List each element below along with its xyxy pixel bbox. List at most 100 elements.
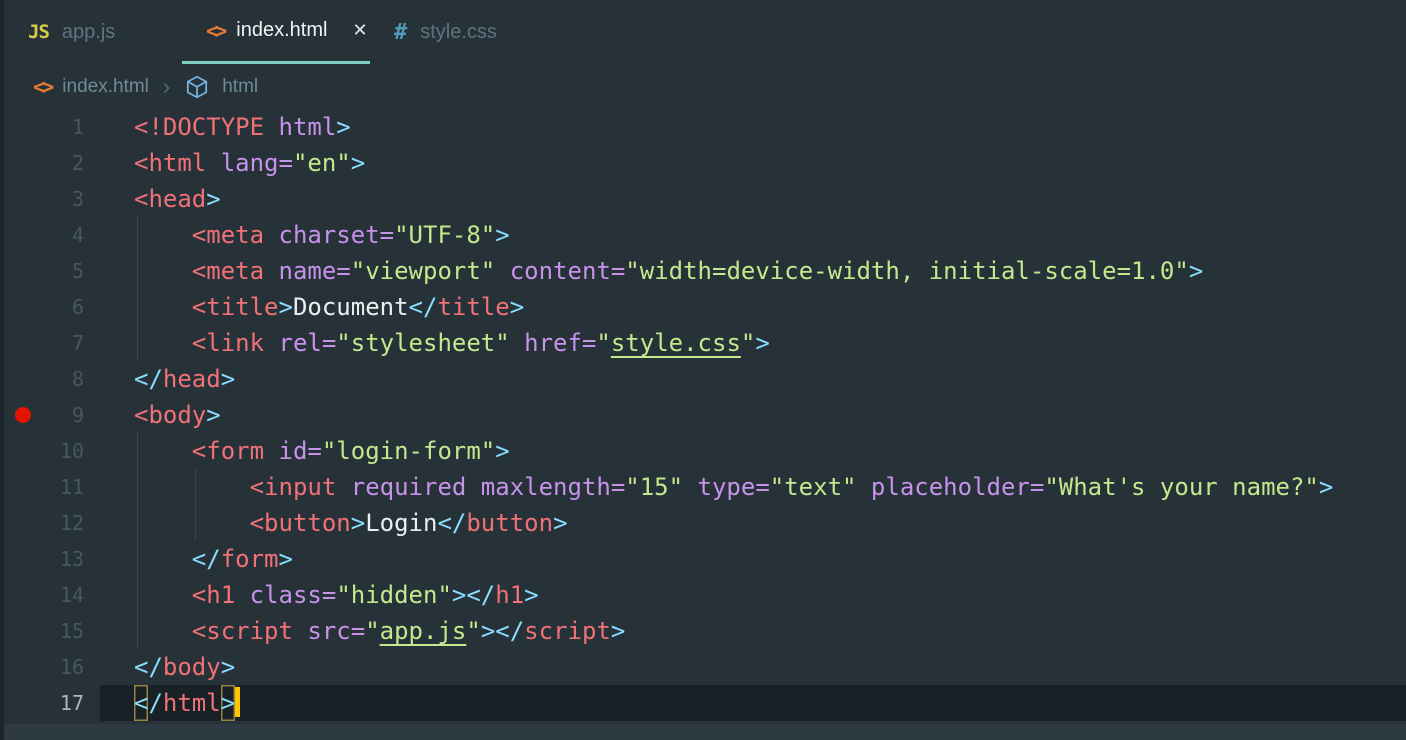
- code-line[interactable]: 14 <h1 class="hidden"></h1>: [0, 577, 1406, 613]
- code-token: <head: [134, 185, 207, 213]
- code-token: placeholder=: [856, 473, 1045, 501]
- code-token: >: [553, 509, 568, 537]
- indent-guide: [137, 325, 138, 361]
- gutter[interactable]: 6: [0, 289, 100, 325]
- line-number[interactable]: 3: [0, 181, 100, 217]
- breadcrumb-file[interactable]: index.html: [62, 76, 149, 98]
- line-number[interactable]: 7: [0, 325, 100, 361]
- gutter[interactable]: 10: [0, 433, 100, 469]
- line-number[interactable]: 15: [0, 613, 100, 649]
- tab-style-css[interactable]: # style.css: [370, 0, 548, 64]
- code-token: html: [162, 689, 221, 717]
- line-number[interactable]: 4: [0, 217, 100, 253]
- code-token: title: [437, 293, 510, 321]
- line-number[interactable]: 16: [0, 649, 100, 685]
- code-editor[interactable]: 1 <!DOCTYPE html> 2 <html lang="en"> 3 <head>…: [0, 109, 1406, 721]
- code-line[interactable]: 13 </form>: [0, 541, 1406, 577]
- line-number[interactable]: 14: [0, 577, 100, 613]
- code-line[interactable]: 17 </html>: [0, 685, 1406, 721]
- code-token: "login-form": [321, 437, 496, 465]
- gutter[interactable]: 3: [0, 181, 100, 217]
- line-number[interactable]: 13: [0, 541, 100, 577]
- tab-label: style.css: [420, 20, 497, 43]
- gutter[interactable]: 14: [0, 577, 100, 613]
- line-number[interactable]: 10: [0, 433, 100, 469]
- tab-app-js[interactable]: JS app.js: [4, 0, 182, 64]
- gutter[interactable]: 12: [0, 505, 100, 541]
- gutter[interactable]: 7: [0, 325, 100, 361]
- gutter[interactable]: 9: [0, 397, 100, 433]
- gutter[interactable]: 5: [0, 253, 100, 289]
- close-icon[interactable]: ✕: [352, 20, 367, 41]
- code-token: >: [220, 653, 236, 681]
- code-line[interactable]: 16 </body>: [0, 649, 1406, 685]
- code-content: <form id="login-form">: [100, 433, 1406, 469]
- code-line[interactable]: 3 <head>: [0, 181, 1406, 217]
- code-token: </: [408, 293, 438, 321]
- indent-guide: [137, 505, 138, 541]
- code-token: "text": [769, 473, 857, 501]
- gutter[interactable]: 8: [0, 361, 100, 397]
- code-line[interactable]: 5 <meta name="viewport" content="width=d…: [0, 253, 1406, 289]
- code-content: <meta name="viewport" content="width=dev…: [100, 253, 1406, 289]
- breadcrumb-symbol[interactable]: html: [222, 76, 258, 98]
- gutter[interactable]: 13: [0, 541, 100, 577]
- indent-guide: [137, 469, 138, 505]
- code-token: >: [336, 113, 351, 141]
- code-content: <body>: [100, 397, 1406, 433]
- line-number[interactable]: 12: [0, 505, 100, 541]
- code-token: ": [466, 617, 481, 645]
- code-token: style.css: [610, 329, 741, 357]
- gutter[interactable]: 16: [0, 649, 100, 685]
- line-number[interactable]: 17: [0, 685, 100, 721]
- breakpoint-dot[interactable]: [15, 407, 31, 423]
- code-token: >: [350, 509, 366, 537]
- code-token: rel=: [264, 329, 337, 357]
- cursor-caret: [235, 687, 241, 717]
- gutter[interactable]: 15: [0, 613, 100, 649]
- line-number[interactable]: 8: [0, 361, 100, 397]
- code-line[interactable]: 10 <form id="login-form">: [0, 433, 1406, 469]
- line-number[interactable]: 1: [0, 109, 100, 145]
- indent-guide: [137, 433, 138, 469]
- code-token: html: [264, 113, 337, 141]
- code-token: </: [437, 509, 467, 537]
- code-content: <h1 class="hidden"></h1>: [100, 577, 1406, 613]
- code-token: required maxlength=: [336, 473, 626, 501]
- code-line[interactable]: 1 <!DOCTYPE html>: [0, 109, 1406, 145]
- code-token: ": [740, 329, 756, 357]
- gutter[interactable]: 1: [0, 109, 100, 145]
- code-token: button: [466, 509, 554, 537]
- code-line[interactable]: 11 <input required maxlength="15" type="…: [0, 469, 1406, 505]
- code-token: >: [755, 329, 770, 357]
- gutter[interactable]: 11: [0, 469, 100, 505]
- gutter[interactable]: 2: [0, 145, 100, 181]
- code-token: <: [134, 685, 148, 721]
- code-token: <!DOCTYPE: [134, 113, 265, 141]
- css-file-icon: #: [394, 19, 408, 45]
- code-token: script: [524, 617, 611, 645]
- code-token: >: [220, 365, 236, 393]
- code-line[interactable]: 7 <link rel="stylesheet" href="style.css…: [0, 325, 1406, 361]
- code-content: <!DOCTYPE html>: [100, 109, 1406, 145]
- code-token: <button: [249, 509, 351, 537]
- code-token: >: [495, 221, 510, 249]
- line-number[interactable]: 11: [0, 469, 100, 505]
- line-number[interactable]: 5: [0, 253, 100, 289]
- tab-index-html[interactable]: <> index.html ✕: [182, 0, 370, 64]
- code-line[interactable]: 2 <html lang="en">: [0, 145, 1406, 181]
- code-line[interactable]: 6 <title>Document</title>: [0, 289, 1406, 325]
- line-number[interactable]: 6: [0, 289, 100, 325]
- code-line[interactable]: 8 </head>: [0, 361, 1406, 397]
- code-line[interactable]: 9 <body>: [0, 397, 1406, 433]
- code-token: </: [134, 653, 163, 681]
- gutter[interactable]: 17: [0, 685, 100, 721]
- code-line[interactable]: 12 <button>Login</button>: [0, 505, 1406, 541]
- code-token: id=: [264, 437, 322, 465]
- line-number[interactable]: 2: [0, 145, 100, 181]
- gutter[interactable]: 4: [0, 217, 100, 253]
- code-token: >: [278, 293, 293, 321]
- code-content: <link rel="stylesheet" href="style.css">: [100, 325, 1406, 361]
- code-line[interactable]: 4 <meta charset="UTF-8">: [0, 217, 1406, 253]
- code-line[interactable]: 15 <script src="app.js"></script>: [0, 613, 1406, 649]
